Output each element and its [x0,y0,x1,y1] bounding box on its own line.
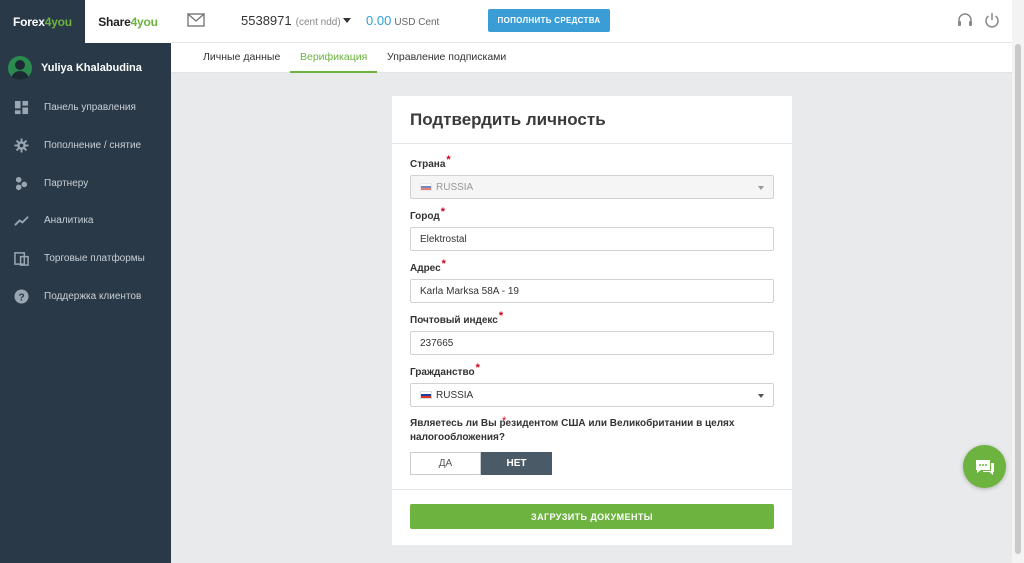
russia-flag-icon [420,183,432,191]
tab-subscriptions[interactable]: Управление подписками [387,43,506,73]
country-value: RUSSIA [436,181,474,193]
postal-code-field[interactable]: 237665 [410,331,774,355]
platforms-icon [14,252,29,266]
scrollbar-thumb[interactable] [1015,44,1021,554]
gear-icon [14,138,29,153]
sidebar-nav: Панель управления Пополнение / снятие Па… [0,89,171,315]
address-label: Адрес* [410,258,446,274]
postal-label: Почтовый индекс* [410,310,504,326]
brand-switcher: Forex 4you Share 4you [0,0,171,43]
sidebar-item-label: Партнеру [44,177,89,189]
sidebar-item-deposit-withdraw[interactable]: Пополнение / снятие [0,127,171,165]
required-mark: * [498,310,504,322]
required-mark: * [446,154,451,166]
user-profile[interactable]: Yuliya Khalabudina [0,46,171,90]
city-field[interactable]: Elektrostal [410,227,774,251]
sidebar-item-label: Поддержка клиентов [44,290,142,302]
tax-residency-question: Являетесь ли Вы резидентом США или Велик… [410,418,735,443]
divider [392,143,792,144]
required-mark: * [440,206,445,218]
sidebar-item-label: Пополнение / снятие [44,140,142,152]
svg-text:?: ? [18,292,24,303]
sidebar-item-platforms[interactable]: Торговые платформы [0,240,171,278]
citizenship-label: Гражданство* [410,362,480,378]
chat-button[interactable] [963,445,1006,488]
sidebar-item-label: Аналитика [44,215,94,227]
country-label: Страна* [410,154,451,170]
chevron-down-icon [758,394,764,398]
page-title: Подтвердить личность [410,110,606,129]
citizenship-select[interactable]: RUSSIA [410,383,774,407]
sidebar: Forex 4you Share 4you Yuliya Khalabudina П… [0,0,171,563]
partner-icon [15,176,28,190]
tab-verification[interactable]: Верификация [290,43,378,73]
citizenship-value: RUSSIA [436,389,474,401]
no-option[interactable]: НЕТ [481,452,552,475]
country-select[interactable]: RUSSIA [410,175,774,199]
required-mark: * [502,415,507,427]
upload-documents-button[interactable]: ЗАГРУЗИТЬ ДОКУМЕНТЫ [410,504,774,529]
balance-value: 0.00 [366,13,392,28]
chat-icon [975,459,994,475]
sidebar-item-label: Панель управления [44,102,136,114]
deposit-button[interactable]: ПОПОЛНИТЬ СРЕДСТВА [488,9,610,32]
power-icon[interactable] [984,12,1000,28]
scrollbar[interactable] [1012,0,1024,563]
mail-icon[interactable] [187,13,205,27]
account-selector[interactable]: 5538971 (cent ndd) [241,13,351,28]
avatar [8,56,32,80]
verification-card: Подтвердить личность Страна* RUSSIA Горо… [392,96,792,545]
chevron-down-icon [758,186,764,190]
russia-flag-icon [420,391,432,399]
yes-option[interactable]: ДА [410,452,481,475]
sidebar-item-label: Торговые платформы [44,253,145,265]
sidebar-item-analytics[interactable]: Аналитика [0,202,171,240]
headset-icon[interactable] [957,12,973,28]
sidebar-item-partner[interactable]: Партнеру [0,164,171,202]
address-field[interactable]: Karla Marksa 58A - 19 [410,279,774,303]
city-label: Город* [410,206,445,222]
forex4you-logo[interactable]: Forex 4you [0,0,85,43]
required-mark: * [475,362,480,374]
chevron-down-icon [342,18,351,23]
account-type: (cent ndd) [295,17,341,28]
tax-residency-toggle: ДА НЕТ [410,452,552,475]
account-number: 5538971 [241,13,292,28]
sidebar-item-dashboard[interactable]: Панель управления [0,89,171,127]
share4you-logo[interactable]: Share 4you [85,0,171,43]
help-icon: ? [14,289,29,304]
dashboard-icon [14,101,29,115]
chart-line-icon [14,216,29,227]
sidebar-item-support[interactable]: ? Поддержка клиентов [0,277,171,315]
required-mark: * [441,258,446,270]
account-balance: 0.00 USD Cent [366,13,439,28]
top-bar: 5538971 (cent ndd) 0.00 USD Cent ПОПОЛНИ… [171,0,1012,43]
divider [392,489,792,490]
user-name: Yuliya Khalabudina [41,62,142,74]
balance-currency: USD Cent [394,17,440,28]
profile-tabs: Личные данные Верификация Управление под… [171,43,1016,73]
tab-personal-data[interactable]: Личные данные [203,43,280,73]
